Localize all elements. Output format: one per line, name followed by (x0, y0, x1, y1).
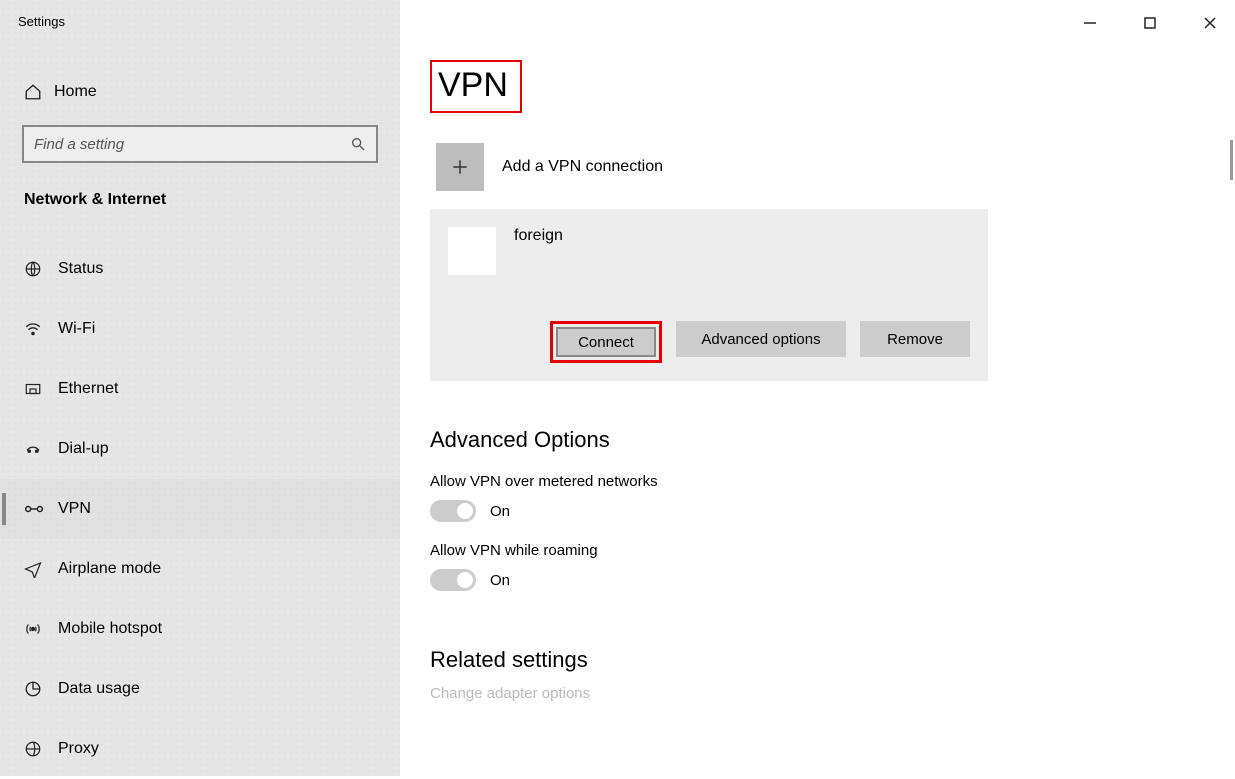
sidebar-item-label: Wi-Fi (58, 320, 95, 338)
sidebar-item-label: Dial-up (58, 440, 109, 458)
main-content: VPN Add a VPN connection foreign Connect (400, 0, 1235, 776)
ethernet-icon (24, 380, 58, 398)
connect-highlight: Connect (550, 321, 662, 363)
search-icon (350, 136, 366, 152)
option-metered: Allow VPN over metered networks On (430, 473, 1235, 522)
advanced-options-heading: Advanced Options (430, 427, 1235, 453)
sidebar-home[interactable]: Home (0, 73, 400, 111)
proxy-icon (24, 740, 58, 758)
dialup-icon (24, 440, 58, 458)
page-title-highlight: VPN (430, 60, 522, 113)
window-controls (1075, 8, 1225, 38)
add-vpn-label: Add a VPN connection (502, 158, 663, 176)
advanced-options-button[interactable]: Advanced options (676, 321, 846, 357)
sidebar-item-label: Proxy (58, 740, 99, 758)
sidebar-item-label: Data usage (58, 680, 140, 698)
toggle-metered[interactable] (430, 500, 476, 522)
page-title: VPN (438, 66, 508, 105)
sidebar-item-data-usage[interactable]: Data usage (0, 659, 400, 719)
change-adapter-link[interactable]: Change adapter options (430, 685, 1235, 702)
vpn-connection-card[interactable]: foreign Connect Advanced options Remove (430, 209, 988, 381)
wifi-icon (24, 320, 58, 338)
airplane-icon (24, 560, 58, 578)
globe-icon (24, 260, 58, 278)
sidebar-item-label: Mobile hotspot (58, 620, 162, 638)
toggle-roaming[interactable] (430, 569, 476, 591)
sidebar-item-ethernet[interactable]: Ethernet (0, 359, 400, 419)
search-box[interactable] (22, 125, 378, 163)
sidebar-home-label: Home (54, 83, 97, 101)
sidebar-item-label: Airplane mode (58, 560, 161, 578)
sidebar-item-status[interactable]: Status (0, 239, 400, 299)
hotspot-icon (24, 620, 58, 638)
sidebar-item-label: VPN (58, 500, 91, 518)
search-input[interactable] (34, 136, 350, 153)
sidebar-item-wifi[interactable]: Wi-Fi (0, 299, 400, 359)
close-button[interactable] (1195, 8, 1225, 38)
toggle-metered-state: On (490, 503, 510, 520)
scrollbar[interactable] (1230, 140, 1233, 180)
data-usage-icon (24, 680, 58, 698)
add-vpn-row[interactable]: Add a VPN connection (430, 137, 1235, 197)
vpn-connection-name: foreign (514, 227, 563, 245)
sidebar-nav: Status Wi-Fi Ethernet (0, 239, 400, 779)
sidebar-section-title: Network & Internet (0, 173, 400, 219)
maximize-button[interactable] (1135, 8, 1165, 38)
option-roaming-label: Allow VPN while roaming (430, 542, 1235, 559)
vpn-connection-icon (448, 227, 496, 275)
sidebar-item-dialup[interactable]: Dial-up (0, 419, 400, 479)
option-roaming: Allow VPN while roaming On (430, 542, 1235, 591)
sidebar-item-label: Status (58, 260, 103, 278)
remove-button[interactable]: Remove (860, 321, 970, 357)
sidebar-item-hotspot[interactable]: Mobile hotspot (0, 599, 400, 659)
minimize-button[interactable] (1075, 8, 1105, 38)
option-metered-label: Allow VPN over metered networks (430, 473, 1235, 490)
plus-icon (436, 143, 484, 191)
sidebar-item-label: Ethernet (58, 380, 118, 398)
search-wrap (0, 111, 400, 173)
home-icon (24, 83, 54, 101)
sidebar-item-airplane[interactable]: Airplane mode (0, 539, 400, 599)
sidebar-item-vpn[interactable]: VPN (0, 479, 400, 539)
sidebar-item-proxy[interactable]: Proxy (0, 719, 400, 779)
toggle-roaming-state: On (490, 572, 510, 589)
vpn-icon (24, 500, 58, 518)
app-title: Settings (0, 0, 400, 37)
related-settings-heading: Related settings (430, 647, 1235, 673)
sidebar: Settings Home Network & Internet (0, 0, 400, 776)
connect-button[interactable]: Connect (556, 327, 656, 357)
